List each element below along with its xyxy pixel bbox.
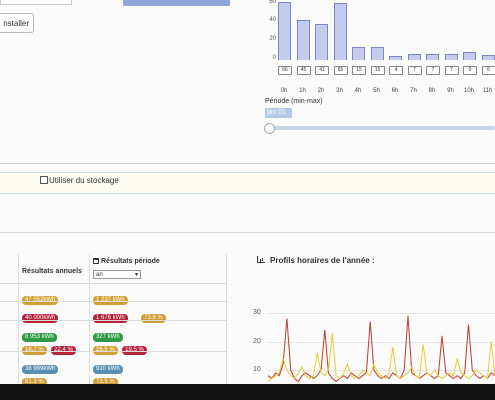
col-header-period: Résultats période: [93, 258, 160, 265]
hourly-line-chart: [268, 315, 495, 383]
bar-value-label: 9: [463, 66, 477, 75]
table-divider: [0, 301, 226, 302]
hour-label: 10h: [463, 88, 474, 94]
bar-4h[interactable]: [352, 47, 365, 60]
hour-label: 8h: [428, 88, 436, 94]
bar-value-label: 7: [426, 66, 440, 75]
calendar-icon: [93, 258, 99, 264]
bar-area: [276, 0, 495, 60]
bar-value-label: 7: [444, 66, 459, 75]
bar-value-label: 45: [296, 66, 311, 75]
hour-label: 5h: [373, 88, 380, 94]
period-select[interactable]: an ▾: [93, 270, 141, 279]
col-header-annual: Résultats annuels: [22, 268, 82, 275]
table-vertical-divider: [18, 254, 19, 384]
period-value: 1 676 kWh: [93, 314, 128, 323]
bar-1h[interactable]: [296, 20, 310, 60]
hour-label: 0h: [280, 88, 288, 94]
y-tick-label: 0: [272, 55, 276, 61]
text-input[interactable]: [0, 0, 72, 5]
bar-value-label: 15: [352, 66, 366, 75]
hour-label: 11h: [482, 88, 493, 94]
bar-value-label: 66: [278, 66, 292, 75]
bar-5h[interactable]: [370, 47, 384, 60]
bar-value-label: 7: [407, 66, 422, 75]
bar-11h[interactable]: [481, 55, 495, 60]
hour-label: 4h: [354, 88, 362, 94]
periode-label: Période (min-max): [265, 98, 323, 105]
y-tick-label: 20: [253, 338, 261, 345]
storage-option[interactable]: Utiliser du stockage: [40, 176, 119, 185]
table-row: 18.7 % 22.4 %: [22, 338, 76, 356]
table-vertical-divider: [89, 254, 90, 384]
hourly-bar-chart: 60 40 20 0 66 45 41 65 15 15 4 7 7 7 9 6 0h 1h 2h 3h 4h…: [262, 0, 495, 96]
y-tick-label: 10: [253, 366, 261, 373]
bar-8h[interactable]: [426, 54, 439, 60]
hour-label: 3h: [336, 88, 343, 94]
periode-slider-track[interactable]: [268, 126, 495, 130]
hour-label: 9h: [447, 88, 454, 94]
y-tick-label: 30: [253, 309, 261, 316]
value-labels: 66 45 41 65 15 15 4 7 7 7 9 6: [276, 66, 495, 76]
table-row: 1 237 kWh: [93, 288, 128, 306]
install-button[interactable]: nstaller: [0, 13, 34, 33]
hour-label: 7h: [410, 88, 417, 94]
bar-value-label: 4: [389, 66, 403, 75]
bar-value-label: 41: [315, 66, 329, 75]
primary-button[interactable]: [123, 0, 230, 6]
col-header-period-label: Résultats période: [101, 258, 160, 265]
table-vertical-divider: [226, 254, 227, 384]
storage-label: Utiliser du stockage: [49, 176, 119, 185]
hour-label: 1h: [299, 88, 306, 94]
hour-labels: 0h 1h 2h 3h 4h 5h 6h 7h 8h 9h 10h 11h: [276, 88, 495, 96]
screen-bezel: [0, 384, 495, 400]
table-row: 26.5 % 19.5 %: [93, 338, 147, 356]
line-chart-title-text: Profils horaires de l'année :: [270, 256, 375, 265]
bar-3h[interactable]: [333, 3, 347, 60]
y-tick-label: 60: [269, 0, 276, 5]
storage-checkbox[interactable]: [40, 176, 48, 184]
bar-chart-icon: [257, 256, 265, 263]
table-divider: [0, 351, 226, 352]
bar-2h[interactable]: [315, 24, 328, 60]
bar-6h[interactable]: [389, 56, 402, 60]
chevron-down-icon: ▾: [134, 272, 138, 278]
period-select-value: an: [96, 272, 103, 278]
bar-9h[interactable]: [444, 54, 458, 60]
periode-value-badge: jan 01: [265, 108, 292, 118]
series-line-1: [268, 332, 495, 382]
section-divider: [0, 232, 495, 233]
bar-value-label: 6: [481, 66, 495, 75]
table-divider: [0, 320, 226, 321]
bar-7h[interactable]: [407, 54, 421, 60]
hour-label: 6h: [391, 88, 399, 94]
bar-value-label: 15: [370, 66, 385, 75]
table-row: 40 000kWh: [22, 306, 59, 324]
hour-label: 2h: [317, 88, 325, 94]
y-tick-label: 20: [269, 36, 276, 42]
period-percent: 73.8 %: [141, 314, 166, 323]
line-chart-title: Profils horaires de l'année :: [257, 256, 375, 265]
table-row: 1 676 kWh 73.8 %: [93, 306, 166, 324]
table-row: 47 052kWh: [22, 288, 59, 306]
annual-value: 40 000kWh: [22, 314, 59, 323]
bar-value-label: 65: [333, 66, 348, 75]
section-divider: [0, 163, 495, 164]
bar-10h[interactable]: [463, 52, 476, 60]
bar-0h[interactable]: [278, 2, 291, 60]
y-tick-label: 40: [269, 17, 276, 23]
table-divider: [0, 283, 226, 284]
periode-slider-handle[interactable]: [264, 123, 275, 134]
